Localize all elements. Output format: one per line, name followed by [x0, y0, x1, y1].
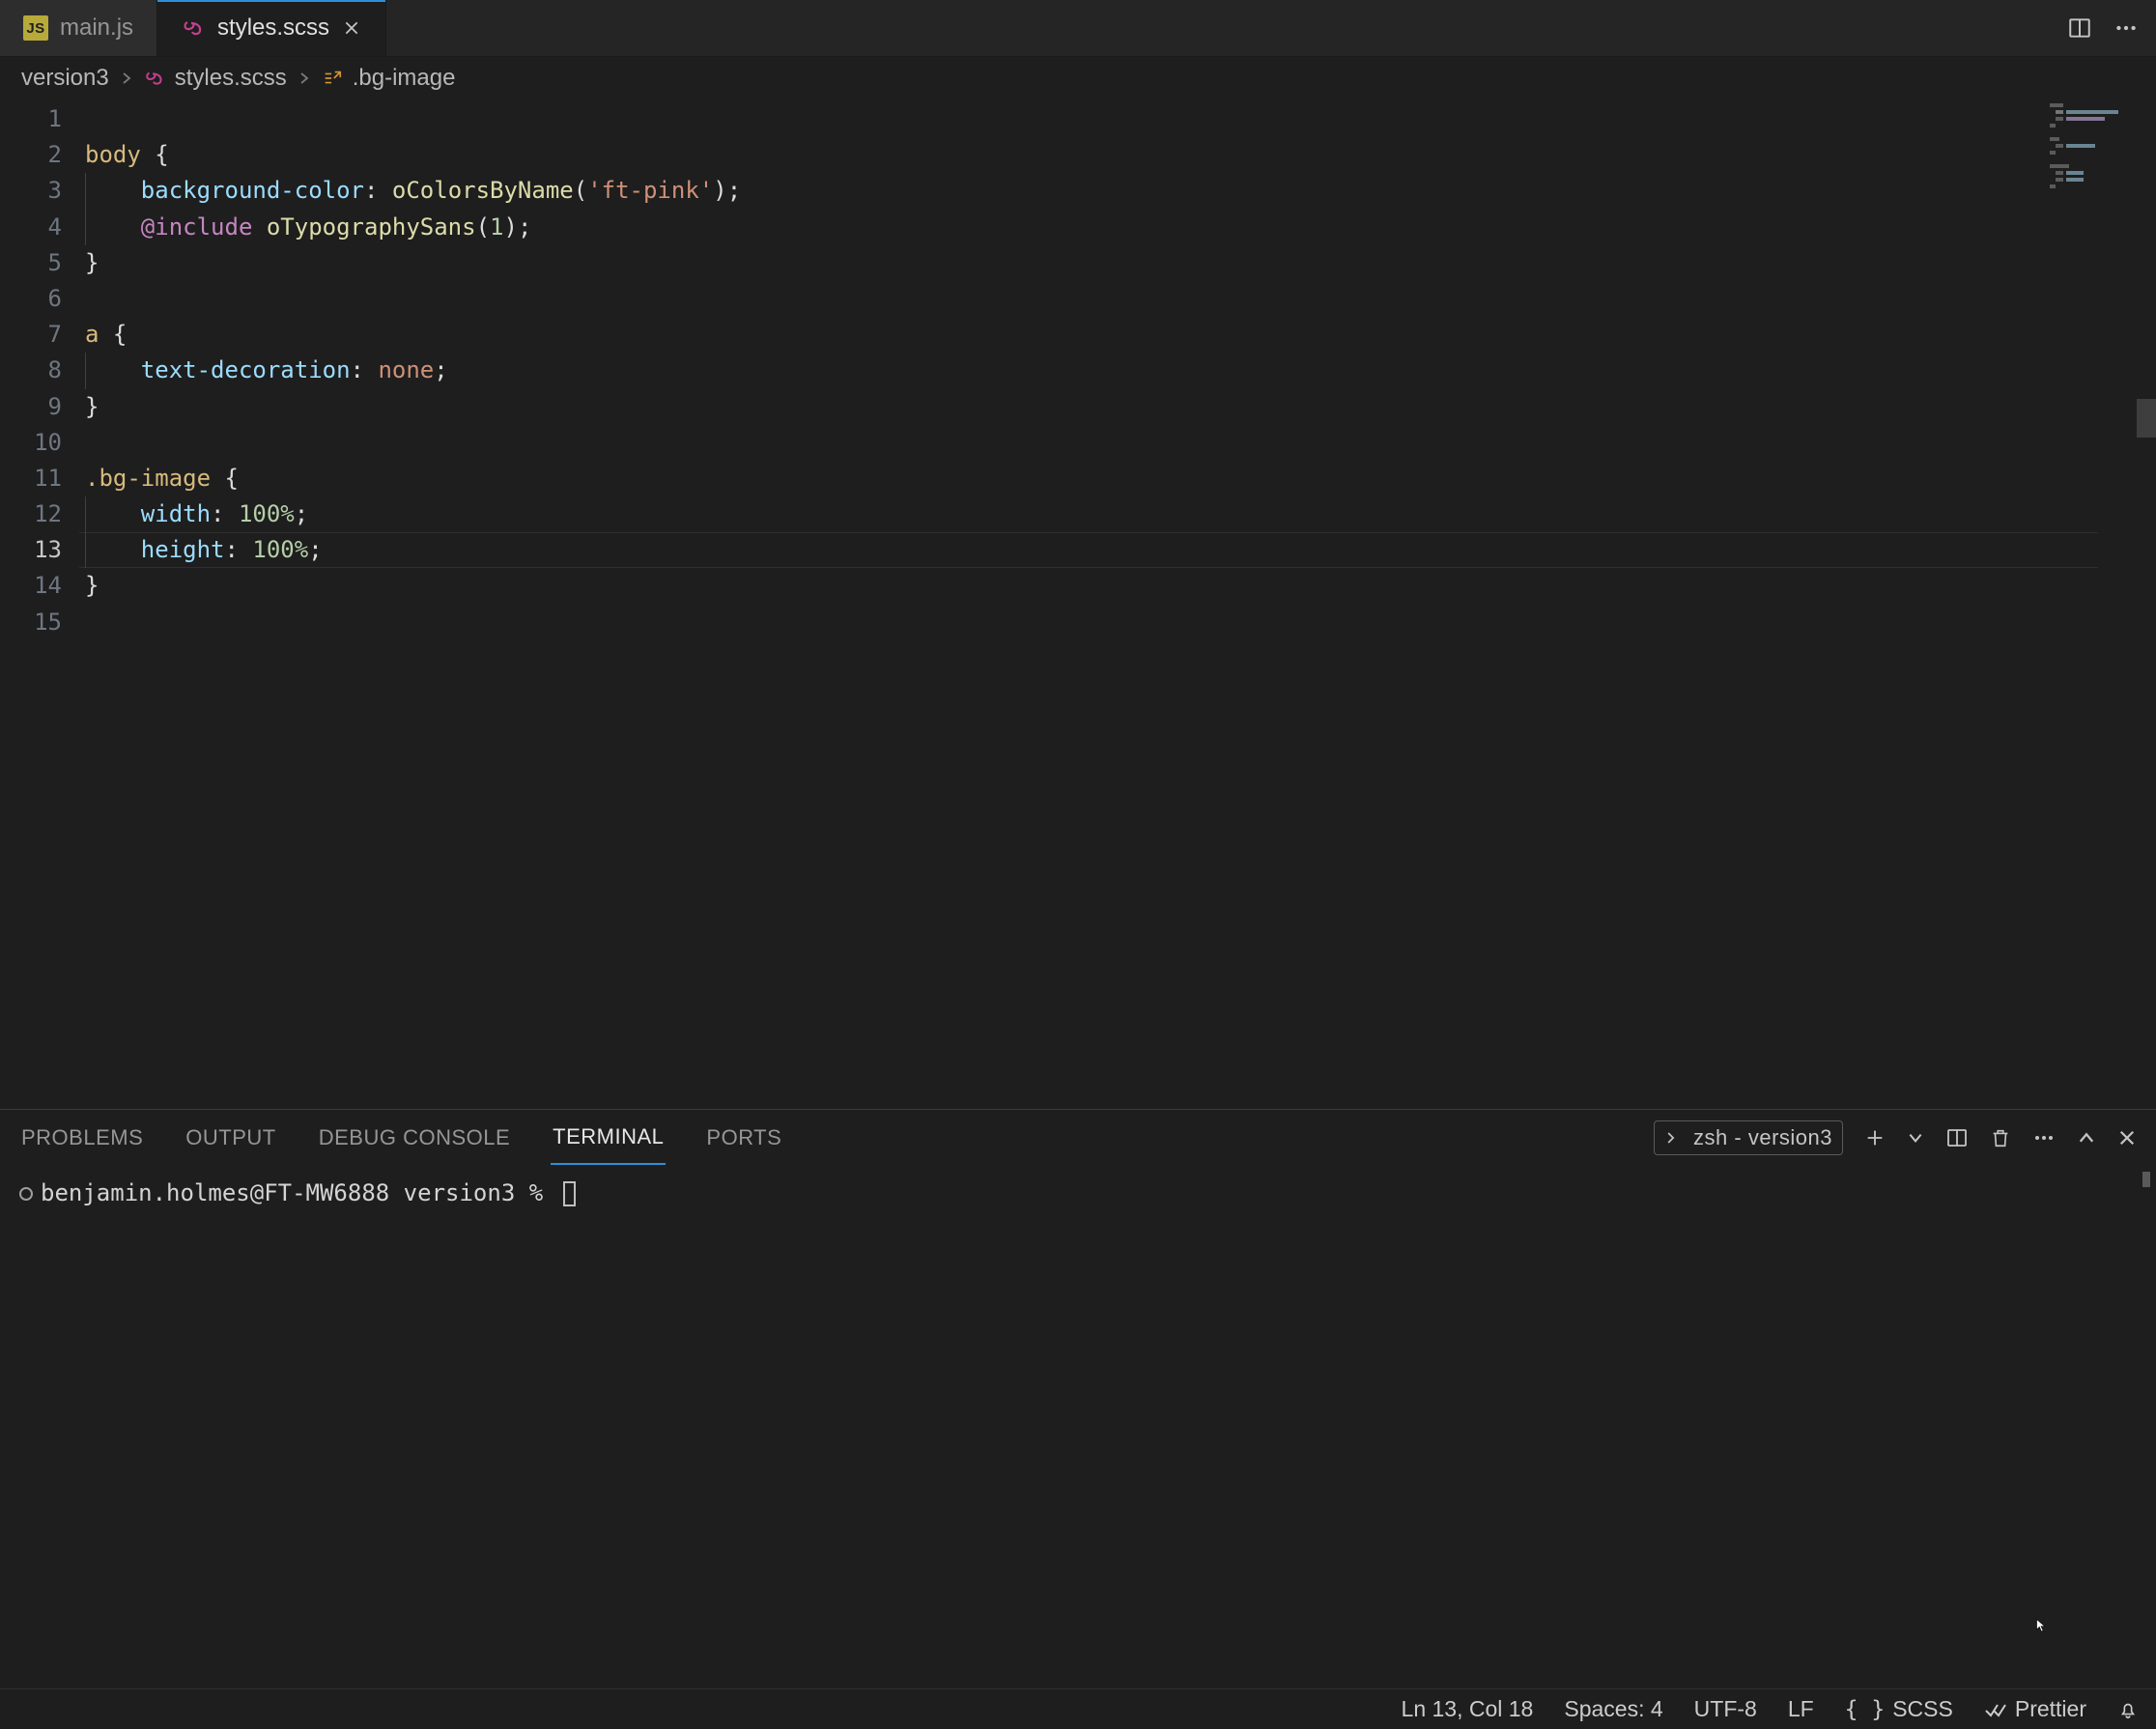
terminal-profile-label: zsh - version3 — [1693, 1125, 1832, 1150]
line-number: 14 — [0, 568, 62, 604]
scss-file-icon — [144, 68, 165, 89]
line-number: 7 — [0, 317, 62, 353]
status-bar: Ln 13, Col 18 Spaces: 4 UTF-8 LF { } SCS… — [0, 1688, 2156, 1729]
code-line[interactable]: text-decoration: none; — [85, 353, 2156, 388]
code-line[interactable]: background-color: oColorsByName('ft-pink… — [85, 173, 2156, 209]
terminal-body[interactable]: benjamin.holmes@FT-MW6888 version3 % — [0, 1166, 2156, 1688]
line-number: 4 — [0, 210, 62, 245]
panel-actions: zsh - version3 — [1654, 1120, 2137, 1155]
scrollbar-thumb[interactable] — [2137, 399, 2156, 438]
panel-tab-problems[interactable]: PROBLEMS — [19, 1112, 145, 1164]
status-language-label: SCSS — [1892, 1696, 1953, 1722]
scss-file-icon — [181, 15, 206, 41]
breadcrumb-folder[interactable]: version3 — [21, 65, 109, 92]
split-terminal-icon[interactable] — [1945, 1126, 1969, 1149]
tabs-actions — [2050, 0, 2156, 56]
code-line[interactable] — [85, 101, 2156, 137]
more-actions-icon[interactable] — [2032, 1126, 2056, 1149]
line-number: 5 — [0, 245, 62, 281]
chevron-right-icon — [119, 71, 134, 86]
panel-tab-debug-console[interactable]: DEBUG CONSOLE — [317, 1112, 512, 1164]
code-line[interactable] — [85, 425, 2156, 461]
terminal-profile-badge[interactable]: zsh - version3 — [1654, 1120, 1843, 1155]
code-line[interactable]: body { — [85, 137, 2156, 173]
line-number: 1 — [0, 101, 62, 137]
line-number: 2 — [0, 137, 62, 173]
status-encoding[interactable]: UTF-8 — [1679, 1696, 1773, 1722]
chevron-down-icon[interactable] — [1907, 1129, 1924, 1147]
panel-tabs: PROBLEMS OUTPUT DEBUG CONSOLE TERMINAL P… — [0, 1110, 2156, 1166]
breadcrumb[interactable]: version3 styles.scss .bg-image — [0, 57, 2156, 99]
tab-title: main.js — [60, 14, 133, 42]
double-check-icon — [1984, 1700, 2007, 1719]
line-number: 13 — [0, 532, 62, 568]
tab-title: styles.scss — [217, 14, 329, 42]
symbol-class-icon — [322, 68, 343, 89]
line-number: 3 — [0, 173, 62, 209]
panel-tab-ports[interactable]: PORTS — [704, 1112, 783, 1164]
minimap[interactable] — [2050, 103, 2142, 210]
braces-icon: { } — [1845, 1697, 1886, 1722]
panel-tab-output[interactable]: OUTPUT — [184, 1112, 277, 1164]
prompt-status-icon — [19, 1187, 33, 1201]
breadcrumb-symbol[interactable]: .bg-image — [353, 65, 456, 92]
code-area[interactable]: body { background-color: oColorsByName('… — [85, 99, 2156, 1109]
maximize-panel-icon[interactable] — [2077, 1128, 2096, 1148]
new-terminal-icon[interactable] — [1864, 1127, 1886, 1148]
terminal-cursor — [563, 1181, 576, 1206]
status-notifications[interactable] — [2102, 1699, 2142, 1720]
javascript-file-icon: JS — [23, 15, 48, 41]
status-formatter[interactable]: Prettier — [1969, 1696, 2102, 1722]
code-line[interactable]: a { — [85, 317, 2156, 353]
line-number: 11 — [0, 461, 62, 496]
breadcrumb-file[interactable]: styles.scss — [175, 65, 287, 92]
bell-icon — [2117, 1699, 2139, 1720]
status-language-mode[interactable]: { } SCSS — [1830, 1696, 1969, 1722]
line-number: 12 — [0, 496, 62, 532]
code-line[interactable] — [85, 605, 2156, 640]
line-number-gutter: 123456789101112131415 — [0, 99, 85, 1109]
code-line[interactable]: width: 100%; — [85, 496, 2156, 532]
editor-tabs-bar: JS main.js styles.scss — [0, 0, 2156, 57]
status-eol[interactable]: LF — [1773, 1696, 1830, 1722]
kill-terminal-icon[interactable] — [1990, 1127, 2011, 1148]
split-editor-icon[interactable] — [2067, 15, 2092, 41]
scrollbar-thumb[interactable] — [2142, 1172, 2150, 1187]
status-formatter-label: Prettier — [2015, 1696, 2086, 1722]
code-line[interactable] — [85, 281, 2156, 317]
terminal-prompt: benjamin.holmes@FT-MW6888 version3 % — [41, 1179, 557, 1206]
line-number: 10 — [0, 425, 62, 461]
code-line[interactable]: } — [85, 389, 2156, 425]
status-indentation[interactable]: Spaces: 4 — [1548, 1696, 1678, 1722]
close-panel-icon[interactable] — [2117, 1128, 2137, 1148]
tabs-spacer — [386, 0, 2050, 56]
bottom-panel: PROBLEMS OUTPUT DEBUG CONSOLE TERMINAL P… — [0, 1109, 2156, 1688]
line-number: 8 — [0, 353, 62, 388]
code-line[interactable]: @include oTypographySans(1); — [85, 210, 2156, 245]
code-line[interactable]: } — [85, 245, 2156, 281]
status-cursor-position[interactable]: Ln 13, Col 18 — [1386, 1696, 1549, 1722]
line-number: 6 — [0, 281, 62, 317]
chevron-right-icon — [297, 71, 312, 86]
panel-tab-terminal[interactable]: TERMINAL — [551, 1111, 666, 1165]
line-number: 15 — [0, 605, 62, 640]
more-actions-icon[interactable] — [2113, 15, 2139, 41]
tab-main-js[interactable]: JS main.js — [0, 0, 157, 56]
line-number: 9 — [0, 389, 62, 425]
close-tab-icon[interactable] — [341, 17, 362, 39]
code-editor[interactable]: 123456789101112131415 body { background-… — [0, 99, 2156, 1109]
code-line[interactable]: .bg-image { — [85, 461, 2156, 496]
tab-styles-scss[interactable]: styles.scss — [157, 0, 386, 56]
code-line[interactable]: } — [85, 568, 2156, 604]
code-line[interactable]: height: 100%; — [85, 532, 2156, 568]
